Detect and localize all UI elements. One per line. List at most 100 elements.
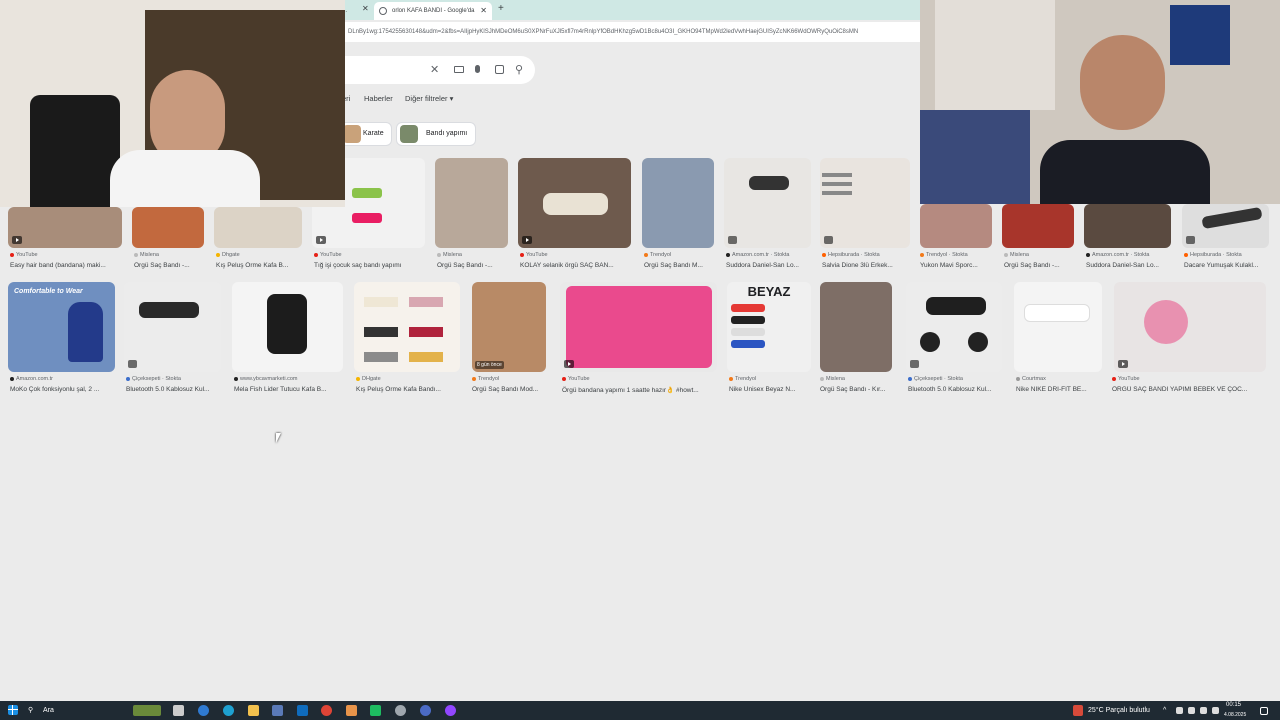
result-caption[interactable]: Yukon Mavi Sporc...	[920, 262, 994, 269]
result-caption[interactable]: KOLAY selanik örgü SAÇ BAN...	[520, 262, 632, 269]
clock-date[interactable]: 4.08.2025	[1224, 706, 1246, 720]
notification-icon[interactable]	[1260, 707, 1268, 715]
search-input[interactable]: ✕ ⚲	[340, 56, 535, 84]
widget-icon[interactable]	[133, 705, 161, 716]
image-result[interactable]	[518, 158, 631, 248]
chevron-up-icon[interactable]: ^	[1163, 701, 1166, 720]
result-caption[interactable]: Salvia Dione 3lü Erkek...	[822, 262, 912, 269]
result-caption[interactable]: Suddora Daniel-San Lo...	[726, 262, 814, 269]
image-result[interactable]	[820, 158, 910, 248]
image-result[interactable]	[232, 282, 343, 372]
result-caption[interactable]: Örgü Saç Bandı Mod...	[472, 386, 548, 393]
app-icon[interactable]	[346, 705, 357, 716]
mic-icon[interactable]	[475, 65, 480, 73]
result-caption[interactable]: Bluetooth 5.0 Kablosuz Kul...	[908, 386, 1004, 393]
chair-image	[30, 95, 120, 207]
store-icon[interactable]	[272, 705, 283, 716]
result-caption[interactable]: Tığ işi çocuk saç bandı yapımı	[314, 262, 424, 269]
address-bar[interactable]: DLnBy1wg:1754255630148&udm=2&fbs=AIIjpHy…	[340, 22, 920, 42]
youtube-icon	[314, 252, 318, 257]
weather-text[interactable]: 25°C Parçalı bulutlu	[1088, 701, 1150, 720]
result-caption[interactable]: Easy hair band (bandana) maki...	[10, 262, 122, 269]
taskbar-search-label[interactable]: Ara	[43, 701, 54, 720]
new-tab-icon[interactable]: +	[498, 3, 504, 14]
app-icon[interactable]	[370, 705, 381, 716]
result-caption[interactable]: Örgü Saç Bandı -...	[1004, 262, 1076, 269]
site-icon	[920, 252, 924, 257]
window-blinds	[935, 0, 1055, 110]
folder-icon[interactable]	[248, 705, 259, 716]
keyboard-icon[interactable]	[454, 66, 464, 73]
image-result[interactable]	[920, 204, 992, 248]
task-view-icon[interactable]	[173, 705, 184, 716]
image-result[interactable]: BEYAZ	[727, 282, 811, 372]
lens-icon[interactable]	[495, 65, 504, 74]
volume-icon[interactable]	[1212, 707, 1219, 714]
tray-icon[interactable]	[1188, 707, 1195, 714]
image-result[interactable]: Comfortable to Wear	[8, 282, 115, 372]
chrome-icon[interactable]	[321, 705, 332, 716]
image-result[interactable]	[1014, 282, 1102, 372]
image-result[interactable]	[1084, 204, 1171, 248]
result-caption[interactable]: Bluetooth 5.0 Kablosuz Kul...	[126, 386, 223, 393]
image-result[interactable]	[1114, 282, 1266, 372]
result-caption[interactable]: Örgü Saç Bandı -...	[437, 262, 509, 269]
nav-item-news[interactable]: Haberler	[364, 94, 393, 103]
result-caption[interactable]: Nike NIKE DRI-FIT BE...	[1016, 386, 1104, 393]
result-caption[interactable]: Örgü Saç Bandı - Kır...	[820, 386, 894, 393]
image-result[interactable]	[906, 282, 1002, 372]
result-caption[interactable]: Nike Unisex Beyaz N...	[729, 386, 813, 393]
close-icon[interactable]: ✕	[480, 2, 487, 20]
chip-karate[interactable]: Karate	[340, 122, 392, 146]
image-result[interactable]	[642, 158, 714, 248]
site-icon	[1086, 252, 1090, 257]
windows-start-icon[interactable]	[8, 705, 18, 715]
result-caption[interactable]: Dacare Yumuşak Kulakl...	[1184, 262, 1274, 269]
headband-image	[409, 297, 443, 307]
image-result[interactable]: 8 gün önce	[472, 282, 546, 372]
tab-previous[interactable]: ...	[342, 2, 362, 20]
outlook-icon[interactable]	[297, 705, 308, 716]
site-icon	[1184, 252, 1188, 257]
tab-active[interactable]: orlon KAFA BANDI - Google'da ✕	[374, 2, 492, 20]
image-result[interactable]	[132, 207, 204, 248]
image-result[interactable]	[214, 207, 302, 248]
result-caption[interactable]: Kış Peluş Örme Kafa B...	[216, 262, 302, 269]
image-result[interactable]	[560, 282, 717, 372]
nav-more-filters[interactable]: Diğer filtreler ▾	[405, 94, 453, 103]
result-caption[interactable]: Kış Peluş Örme Kafa Bandı...	[356, 386, 460, 393]
image-result[interactable]	[1182, 204, 1269, 248]
tray-icon[interactable]	[1176, 707, 1183, 714]
result-caption[interactable]: MoKo Çok fonksiyonlu şal, 2 ...	[10, 386, 115, 393]
site-icon	[437, 252, 441, 257]
result-caption[interactable]: Suddora Daniel-San Lo...	[1086, 262, 1174, 269]
twitch-icon[interactable]	[445, 705, 456, 716]
copilot-icon[interactable]	[198, 705, 209, 716]
image-result[interactable]	[820, 282, 892, 372]
headband-image	[749, 176, 789, 190]
result-source: Mislena	[820, 376, 894, 382]
chip-bandi-yapimi[interactable]: Bandı yapımı	[396, 122, 476, 146]
network-icon[interactable]	[1200, 707, 1207, 714]
image-result[interactable]	[354, 282, 460, 372]
result-caption[interactable]: Örgü Saç Bandı -...	[134, 262, 206, 269]
youtube-icon	[10, 252, 14, 257]
image-result[interactable]	[124, 282, 221, 372]
app-icon[interactable]	[420, 705, 431, 716]
result-caption[interactable]: Örgü Saç Bandı M...	[644, 262, 716, 269]
image-result[interactable]	[8, 207, 122, 248]
image-result[interactable]	[435, 158, 508, 248]
search-icon[interactable]: ⚲	[28, 701, 33, 720]
edge-icon[interactable]	[223, 705, 234, 716]
app-icon[interactable]	[395, 705, 406, 716]
result-caption[interactable]: ÖRGÜ SAÇ BANDI YAPIMI BEBEK VE ÇOC...	[1112, 386, 1270, 393]
search-icon[interactable]: ⚲	[515, 63, 523, 76]
result-caption[interactable]: Mela Fish Lider Tutucu Kafa B...	[234, 386, 344, 393]
close-icon[interactable]: ✕	[430, 63, 439, 76]
result-caption[interactable]: Örgü bandana yapımı 1 saatte hazır👌 #how…	[562, 386, 718, 394]
image-result[interactable]	[724, 158, 811, 248]
close-icon[interactable]: ✕	[362, 4, 369, 13]
headband-image	[352, 213, 382, 223]
image-result[interactable]	[1002, 204, 1074, 248]
headband-image	[731, 340, 765, 348]
